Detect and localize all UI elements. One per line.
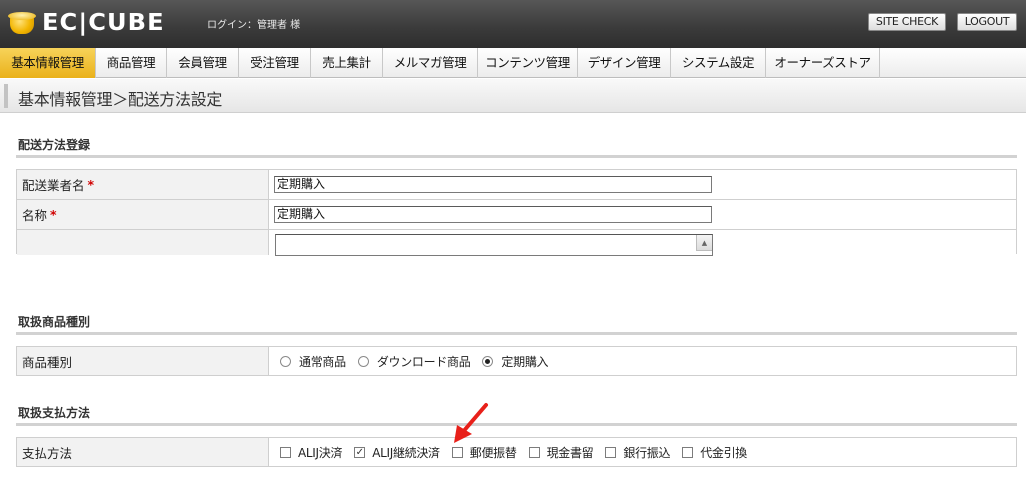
- eccube-logo[interactable]: EC|CUBE: [8, 9, 164, 37]
- carrier-name-input[interactable]: 定期購入: [274, 176, 712, 193]
- name-label: 名称 *: [17, 200, 269, 229]
- login-status: ログイン：管理者 様: [207, 20, 301, 31]
- remarks-label: [17, 230, 269, 255]
- required-mark: *: [87, 177, 95, 192]
- carrier-label-text: 配送業者名: [22, 178, 85, 193]
- nav-mailmag[interactable]: メルマガ管理: [383, 48, 478, 78]
- remarks-textarea[interactable]: ▲: [275, 234, 713, 256]
- nav-products[interactable]: 商品管理: [96, 48, 167, 78]
- carrier-value-cell: 定期購入: [270, 170, 1016, 199]
- nav-orders[interactable]: 受注管理: [239, 48, 311, 78]
- nav-system[interactable]: システム設定: [671, 48, 766, 78]
- payment-section-title: 取扱支払方法: [18, 406, 91, 420]
- payment-bank-transfer[interactable]: 銀行振込: [605, 444, 671, 461]
- payment-alij[interactable]: ALIJ決済: [280, 444, 342, 461]
- payment-alij-recurring[interactable]: ✓ ALIJ継続決済: [354, 444, 440, 461]
- payment-registered-mail[interactable]: 現金書留: [528, 444, 594, 461]
- nav-basic-info[interactable]: 基本情報管理: [0, 48, 96, 78]
- annotation-arrow-icon: [454, 403, 488, 443]
- payment-label: 支払方法: [17, 438, 269, 466]
- carrier-label: 配送業者名 *: [17, 170, 269, 199]
- checkbox-icon[interactable]: [451, 446, 463, 458]
- product-type-row: 商品種別 通常商品 ダウンロード商品 定期購入: [17, 347, 1016, 375]
- radio-icon[interactable]: [357, 355, 369, 367]
- radio-icon[interactable]: [280, 355, 291, 367]
- breadcrumb-bar: 基本情報管理＞配送方法設定: [0, 79, 1026, 113]
- checkbox-icon[interactable]: [605, 446, 617, 458]
- product-type-subscription[interactable]: 定期購入: [482, 353, 549, 370]
- logo-text: EC|CUBE: [42, 10, 165, 36]
- remarks-row: ▲: [17, 230, 1016, 256]
- main-nav: 基本情報管理 商品管理 会員管理 受注管理 売上集計 メルマガ管理 コンテンツ管…: [0, 48, 1026, 78]
- section-divider: [16, 332, 1017, 335]
- product-type-normal[interactable]: 通常商品: [280, 353, 346, 370]
- scroll-up-icon[interactable]: ▲: [696, 235, 712, 251]
- section-divider: [16, 423, 1017, 426]
- checkbox-icon[interactable]: [682, 446, 694, 458]
- option-label: 代金引換: [700, 445, 748, 460]
- payment-options: ALIJ決済 ✓ ALIJ継続決済 郵便振替 現金書留 銀行振込 代金引換: [270, 438, 1016, 466]
- product-type-form: 商品種別 通常商品 ダウンロード商品 定期購入: [16, 346, 1017, 376]
- required-mark: *: [50, 207, 57, 222]
- logout-button[interactable]: LOGOUT: [957, 13, 1017, 31]
- option-label: 銀行振込: [623, 445, 671, 460]
- site-check-button[interactable]: SITE CHECK: [868, 13, 946, 31]
- nav-design[interactable]: デザイン管理: [578, 48, 671, 78]
- delivery-name-input[interactable]: 定期購入: [274, 206, 712, 223]
- nav-owners-store[interactable]: オーナーズストア: [766, 48, 880, 78]
- checkbox-icon[interactable]: [528, 446, 540, 458]
- name-value-cell: 定期購入: [270, 200, 1016, 229]
- option-label: 通常商品: [299, 354, 346, 369]
- carrier-row: 配送業者名 * 定期購入: [17, 170, 1016, 200]
- delivery-section-title: 配送方法登録: [18, 138, 91, 152]
- product-type-section-title: 取扱商品種別: [18, 315, 91, 329]
- name-row: 名称 * 定期購入: [17, 200, 1016, 230]
- delivery-form: 配送業者名 * 定期購入 名称 * 定期購入 ▲: [16, 169, 1017, 256]
- radio-selected-icon[interactable]: [482, 355, 494, 367]
- option-label: ALIJ継続決済: [372, 445, 440, 460]
- checkbox-checked-icon[interactable]: ✓: [354, 446, 366, 458]
- option-label: ダウンロード商品: [376, 354, 471, 369]
- payment-cash-on-delivery[interactable]: 代金引換: [682, 444, 747, 461]
- product-type-options: 通常商品 ダウンロード商品 定期購入: [270, 347, 1016, 375]
- option-label: 定期購入: [501, 354, 549, 369]
- payment-form: 支払方法 ALIJ決済 ✓ ALIJ継続決済 郵便振替 現金書留 銀行振込 代金…: [16, 437, 1017, 467]
- nav-contents[interactable]: コンテンツ管理: [478, 48, 578, 78]
- product-type-label: 商品種別: [17, 347, 269, 375]
- breadcrumb-marker: [4, 84, 8, 108]
- checkbox-icon[interactable]: [280, 446, 291, 458]
- cube-logo-icon: [8, 10, 36, 36]
- option-label: 現金書留: [546, 445, 594, 460]
- name-label-text: 名称: [22, 208, 48, 223]
- nav-members[interactable]: 会員管理: [167, 48, 239, 78]
- breadcrumb: 基本情報管理＞配送方法設定: [18, 90, 223, 109]
- section-divider: [16, 155, 1017, 158]
- option-label: ALIJ決済: [298, 445, 343, 460]
- nav-sales[interactable]: 売上集計: [311, 48, 383, 78]
- app-header: EC|CUBE ログイン：管理者 様 SITE CHECK LOGOUT: [0, 0, 1026, 48]
- product-type-download[interactable]: ダウンロード商品: [357, 353, 471, 370]
- payment-row: 支払方法 ALIJ決済 ✓ ALIJ継続決済 郵便振替 現金書留 銀行振込 代金…: [17, 438, 1016, 466]
